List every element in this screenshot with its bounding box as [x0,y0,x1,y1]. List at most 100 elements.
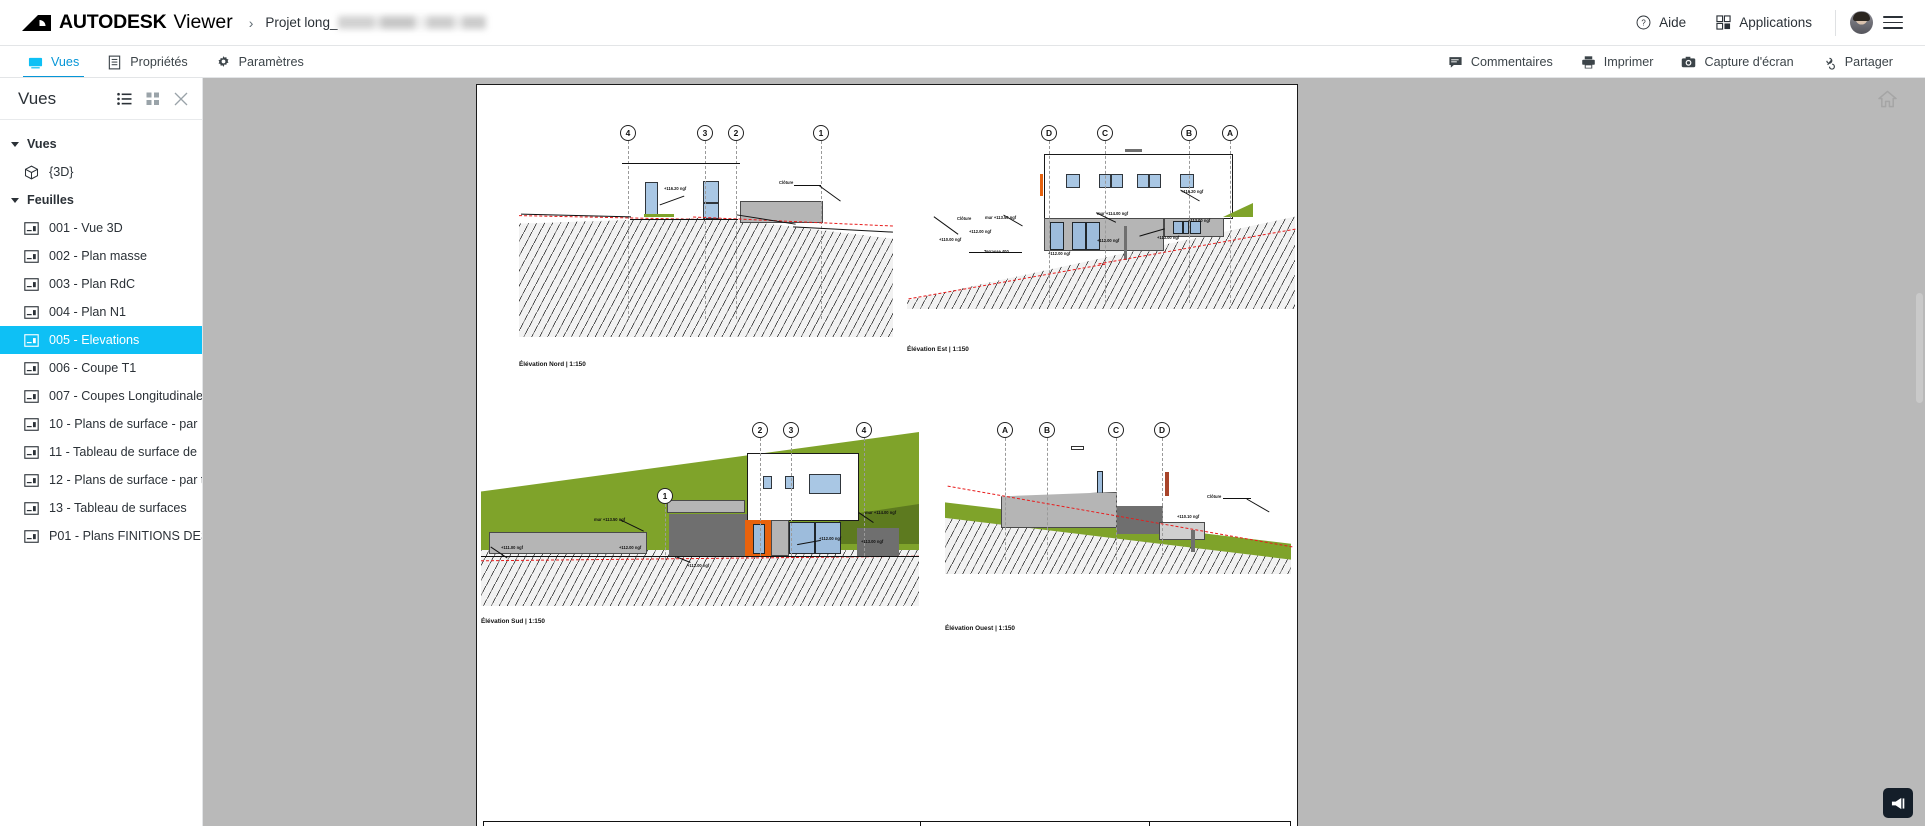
elevation-note: +112.00 ngf [1048,251,1071,256]
grid-bubble: C [1108,422,1124,438]
sheet-item-002-label: 002 - Plan masse [49,249,148,263]
drawing-sheet: 4 3 2 1 +116.20 ngf Clôture Élévation No… [476,84,1298,826]
viewer-canvas[interactable]: 4 3 2 1 +116.20 ngf Clôture Élévation No… [203,78,1925,826]
top-header-bar: AUTODESK Viewer › Projet long_ ? Aide Ap… [0,0,1925,46]
grid-bubble: A [1222,125,1238,141]
brand-viewer-text: Viewer [173,11,233,33]
list-view-icon[interactable] [117,92,132,106]
accent-panel [1165,472,1169,496]
views-panel-title: Vues [18,88,57,108]
sheet-item-003-label: 003 - Plan RdC [49,277,136,291]
grid-bubble: 2 [752,422,768,438]
hamburger-menu-icon[interactable] [1883,12,1903,33]
sheet-icon [24,473,39,487]
screenshot-button[interactable]: Capture d'écran [1667,46,1807,78]
brand-autodesk-text: AUTODESK [59,11,167,33]
window-element [763,476,772,489]
tab-parametres[interactable]: Paramètres [202,46,318,78]
viewport-elevation-sud: 2 3 4 1 mur +113.50 ngf +111.00 ngf +112… [479,410,941,690]
terrain-line [481,556,919,557]
tab-proprietes[interactable]: Propriétés [93,46,201,78]
elevation-note: Clôture [779,180,794,185]
sheet-item-005[interactable]: 005 - Elevations [0,326,202,354]
views-tree: Vues {3D} Feuilles 001 - Vue 3D 002 - Pl… [0,120,202,826]
elevation-note: mur +114.00 ngf [1097,211,1129,216]
grid-bubble: 3 [697,125,713,141]
grid-line [1116,438,1117,560]
share-button[interactable]: Partager [1808,46,1907,78]
sheet-item-002[interactable]: 002 - Plan masse [0,242,202,270]
elevation-note: mur +114.00 ngf [865,510,897,515]
breadcrumb[interactable]: Projet long_ [265,14,487,32]
grid-line [705,141,706,319]
sheet-icon [24,221,39,235]
help-button[interactable]: ? Aide [1621,0,1701,45]
sheet-item-p01[interactable]: P01 - Plans FINITIONS DES [0,522,202,550]
avatar[interactable] [1850,11,1873,34]
title-block-project-cell: EXERCICE REVIT [784,822,920,826]
share-label: Partager [1844,55,1893,69]
home-icon[interactable] [1878,90,1897,113]
window-element [1149,174,1161,188]
sheet-icon [24,305,39,319]
grid-bubble: 1 [657,488,673,504]
gear-icon [218,55,229,67]
sheet-item-11[interactable]: 11 - Tableau de surface de [0,438,202,466]
sheet-item-006-label: 006 - Coupe T1 [49,361,137,375]
grid-bubble: D [1154,422,1170,438]
grid-bubble: 2 [728,125,744,141]
sheet-item-001[interactable]: 001 - Vue 3D [0,214,202,242]
breadcrumb-project-name: Projet long_ [265,14,338,30]
sheet-icon [24,445,39,459]
window-element [645,182,658,216]
tab-vues[interactable]: Vues [14,46,93,78]
grid-line [791,438,792,556]
sheet-item-10[interactable]: 10 - Plans de surface - par [0,410,202,438]
comment-icon [1449,56,1462,68]
announcements-button[interactable] [1883,788,1913,818]
applications-button[interactable]: Applications [1701,0,1827,45]
elevation-note: +111.00 ngf [501,545,523,550]
sheet-item-11-label: 11 - Tableau de surface de [49,445,197,459]
viewport-elevation-ouest: A B C D Clôture +110.10 ngf Élévation Ou… [945,410,1295,690]
sheet-item-003[interactable]: 003 - Plan RdC [0,270,202,298]
title-block-meta-cell: Date : - Ech.: 1 : 150 005 [1150,822,1290,826]
sheet-item-12[interactable]: 12 - Plans de surface - par type [0,466,202,494]
vertical-scrollbar[interactable] [1916,293,1923,403]
elevation-note: +113.00 ngf [1188,218,1211,223]
comments-button[interactable]: Commentaires [1434,46,1567,78]
sheet-item-007[interactable]: 007 - Coupes Longitudinales [0,382,202,410]
camera-icon [1682,56,1696,67]
sheet-item-004[interactable]: 004 - Plan N1 [0,298,202,326]
elevation-note: Clôture [957,216,972,221]
close-icon[interactable] [174,92,188,106]
print-button[interactable]: Imprimer [1567,46,1668,78]
megaphone-icon [1891,797,1904,809]
views-panel-header-actions [117,92,188,106]
chevron-down-icon [11,197,19,203]
grid-bubble: 4 [620,125,636,141]
applications-label: Applications [1739,15,1812,30]
sheet-item-13[interactable]: 13 - Tableau de surfaces [0,494,202,522]
glazing-element [1072,222,1086,250]
sheet-item-007-label: 007 - Coupes Longitudinales [49,389,202,403]
sheet-item-12-label: 12 - Plans de surface - par type [49,473,202,487]
sheet-icon [24,249,39,263]
elevation-note: +116.20 ngf [664,186,687,191]
elevation-note: +110.00 ngf [939,237,962,242]
grid-view-icon[interactable] [146,92,160,106]
sheet-item-006[interactable]: 006 - Coupe T1 [0,354,202,382]
terrain-hatch [519,217,893,337]
tree-item-3d[interactable]: {3D} [0,158,202,186]
entry-glazing [753,524,765,554]
breadcrumb-separator-icon: › [248,14,254,31]
tree-group-feuilles-label: Feuilles [27,193,74,207]
tree-group-vues[interactable]: Vues [0,130,202,158]
brand-logo-group[interactable]: AUTODESK Viewer [22,11,233,34]
tree-group-feuilles[interactable]: Feuilles [0,186,202,214]
grid-bubble: 1 [813,125,829,141]
title-block-sheet-name-cell: Elevations Format A0 [920,822,1150,826]
grid-line [1049,141,1050,303]
link-icon [1825,57,1835,70]
views-panel-header: Vues [0,78,202,120]
